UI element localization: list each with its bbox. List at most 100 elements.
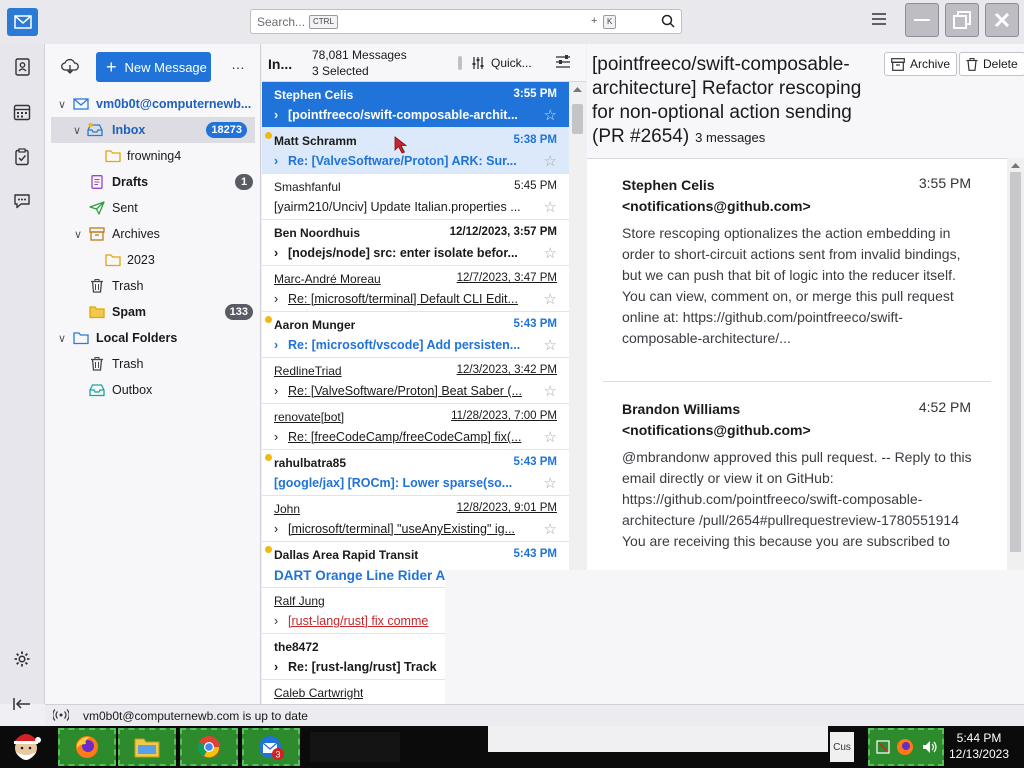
message-row[interactable]: Aaron Munger 5:43 PM › Re: [microsoft/vsc…: [262, 312, 569, 358]
system-tray: [868, 728, 944, 766]
chevron-down-icon[interactable]: ∨: [71, 124, 83, 137]
star-icon[interactable]: ☆: [544, 430, 557, 445]
volume-icon[interactable]: [922, 740, 938, 754]
message-row[interactable]: rahulbatra85 5:43 PM [google/jax] [ROCm]…: [262, 450, 569, 496]
chevron-down-icon[interactable]: ∨: [72, 228, 84, 241]
chevron-right-icon[interactable]: ›: [274, 154, 288, 168]
star-icon[interactable]: ☆: [544, 292, 557, 307]
search-input[interactable]: Search... CTRL + K: [250, 9, 682, 34]
new-message-dot: [265, 546, 272, 553]
scrollbar-thumb[interactable]: [572, 104, 583, 134]
chevron-down-icon[interactable]: ∨: [56, 332, 68, 345]
taskbar-chrome[interactable]: [180, 728, 238, 766]
chat-icon[interactable]: [11, 190, 33, 212]
message-card[interactable]: Stephen Celis <notifications@github.com>…: [603, 175, 991, 375]
scroll-up-icon[interactable]: [1011, 162, 1020, 168]
taskbar-cus[interactable]: Cus: [830, 732, 854, 762]
tasks-icon[interactable]: [11, 146, 33, 168]
card-snippet: @mbrandonw approved this pull request. -…: [622, 449, 972, 549]
chevron-right-icon[interactable]: ›: [274, 430, 288, 444]
message-row[interactable]: Marc-André Moreau 12/7/2023, 3:47 PM › Re…: [262, 266, 569, 312]
mail-app-icon[interactable]: [7, 8, 38, 36]
message-row[interactable]: renovate[bot] 11/28/2023, 7:00 PM › Re: […: [262, 404, 569, 450]
folder-local-trash[interactable]: Trash: [45, 351, 261, 377]
divider: [458, 56, 462, 70]
message-row[interactable]: Stephen Celis 3:55 PM › [pointfreeco/swif…: [262, 82, 569, 128]
chevron-right-icon[interactable]: ›: [274, 338, 288, 352]
folder-frowning4[interactable]: frowning4: [45, 143, 261, 169]
new-message-dot: [265, 316, 272, 323]
taskbar-blank-app[interactable]: [310, 732, 400, 762]
message-subject-text: Re: [ValveSoftware/Proton] Beat Saber (.…: [288, 384, 522, 398]
local-folders-item[interactable]: ∨ Local Folders: [45, 325, 261, 351]
folder-trash[interactable]: Trash: [45, 273, 261, 299]
message-row[interactable]: Smashfanful 5:45 PM [yairm210/Unciv] Upd…: [262, 174, 569, 220]
close-button[interactable]: [985, 3, 1019, 37]
chevron-right-icon[interactable]: ›: [274, 384, 288, 398]
message-date: 11/28/2023, 7:00 PM: [451, 410, 557, 422]
message-row[interactable]: RedlineTriad 12/3/2023, 3:42 PM › Re: [Va…: [262, 358, 569, 404]
address-book-icon[interactable]: [11, 56, 33, 78]
conversation-subject: [pointfreeco/swift-composable-architectu…: [592, 53, 882, 150]
taskbar-thunderbird[interactable]: 3: [242, 728, 300, 766]
message-sender: the8472: [274, 640, 319, 654]
message-row[interactable]: John 12/8/2023, 9:01 PM › [microsoft/term…: [262, 496, 569, 542]
star-icon[interactable]: ☆: [544, 338, 557, 353]
folder-drafts[interactable]: Drafts 1: [45, 169, 261, 195]
folder-label: Outbox: [112, 383, 153, 397]
star-icon[interactable]: ☆: [544, 200, 557, 215]
delete-button[interactable]: Delete: [959, 52, 1024, 76]
restore-button[interactable]: [945, 3, 979, 37]
chevron-right-icon[interactable]: ›: [274, 292, 288, 306]
message-card[interactable]: Brandon Williams <notifications@github.c…: [603, 399, 991, 571]
chevron-right-icon[interactable]: ›: [274, 108, 288, 122]
star-icon[interactable]: ☆: [544, 154, 557, 169]
chevron-right-icon[interactable]: ›: [274, 246, 288, 260]
collapse-spaces-icon[interactable]: [11, 693, 33, 715]
folder-archives[interactable]: ∨ Archives: [45, 221, 261, 247]
calendar-icon[interactable]: [11, 101, 33, 123]
star-icon[interactable]: ☆: [544, 476, 557, 491]
settings-gear-icon[interactable]: [11, 648, 33, 670]
conversation-message-count: 3 messages: [695, 130, 766, 145]
scroll-up-icon[interactable]: [573, 86, 582, 92]
star-icon[interactable]: ☆: [544, 522, 557, 537]
shortcut-key-ctrl: CTRL: [309, 15, 338, 29]
message-sender: Stephen Celis: [274, 88, 354, 102]
folder-sent[interactable]: Sent: [45, 195, 261, 221]
local-folders-icon: [73, 331, 89, 345]
taskbar-clock[interactable]: 5:44 PM 12/13/2023: [944, 730, 1014, 762]
taskbar-firefox[interactable]: [58, 728, 116, 766]
message-row[interactable]: Ben Noordhuis 12/12/2023, 3:57 PM › [node…: [262, 220, 569, 266]
app-menu-icon[interactable]: [872, 13, 890, 29]
chevron-right-icon[interactable]: ›: [274, 660, 288, 674]
taskbar-file-explorer[interactable]: [118, 728, 176, 766]
more-options-icon[interactable]: …: [231, 56, 246, 72]
minimize-button[interactable]: [905, 3, 939, 37]
card-time: 3:55 PM: [918, 175, 971, 191]
message-subject-text: Re: [freeCodeCamp/freeCodeCamp] fix(...: [288, 430, 522, 444]
folder-inbox[interactable]: ∨ Inbox 18273: [51, 117, 255, 143]
chevron-down-icon[interactable]: ∨: [56, 98, 68, 111]
new-message-button[interactable]: + New Message: [96, 52, 211, 82]
start-button[interactable]: [4, 728, 48, 766]
message-date: 5:45 PM: [514, 180, 557, 192]
chevron-right-icon[interactable]: ›: [274, 522, 288, 536]
quick-filter-button[interactable]: Quick...: [458, 56, 532, 70]
star-icon[interactable]: ☆: [544, 384, 557, 399]
display-options-icon[interactable]: [556, 55, 570, 72]
message-row[interactable]: Matt Schramm 5:38 PM › Re: [ValveSoftware…: [262, 128, 569, 174]
folder-2023[interactable]: 2023: [45, 247, 261, 273]
get-messages-icon[interactable]: [61, 58, 79, 77]
account-item[interactable]: ∨ vm0b0t@computernewb...: [45, 91, 261, 117]
tray-firefox-icon[interactable]: [896, 738, 914, 756]
tray-network-icon[interactable]: [876, 740, 890, 754]
search-icon[interactable]: [661, 14, 675, 31]
folder-outbox[interactable]: Outbox: [45, 377, 261, 403]
star-icon[interactable]: ☆: [544, 108, 557, 123]
folder-spam[interactable]: Spam 133: [45, 299, 261, 325]
archive-button[interactable]: Archive: [884, 52, 958, 76]
scrollbar-thumb[interactable]: [1010, 172, 1021, 552]
star-icon[interactable]: ☆: [544, 246, 557, 261]
chevron-right-icon[interactable]: ›: [274, 614, 288, 628]
